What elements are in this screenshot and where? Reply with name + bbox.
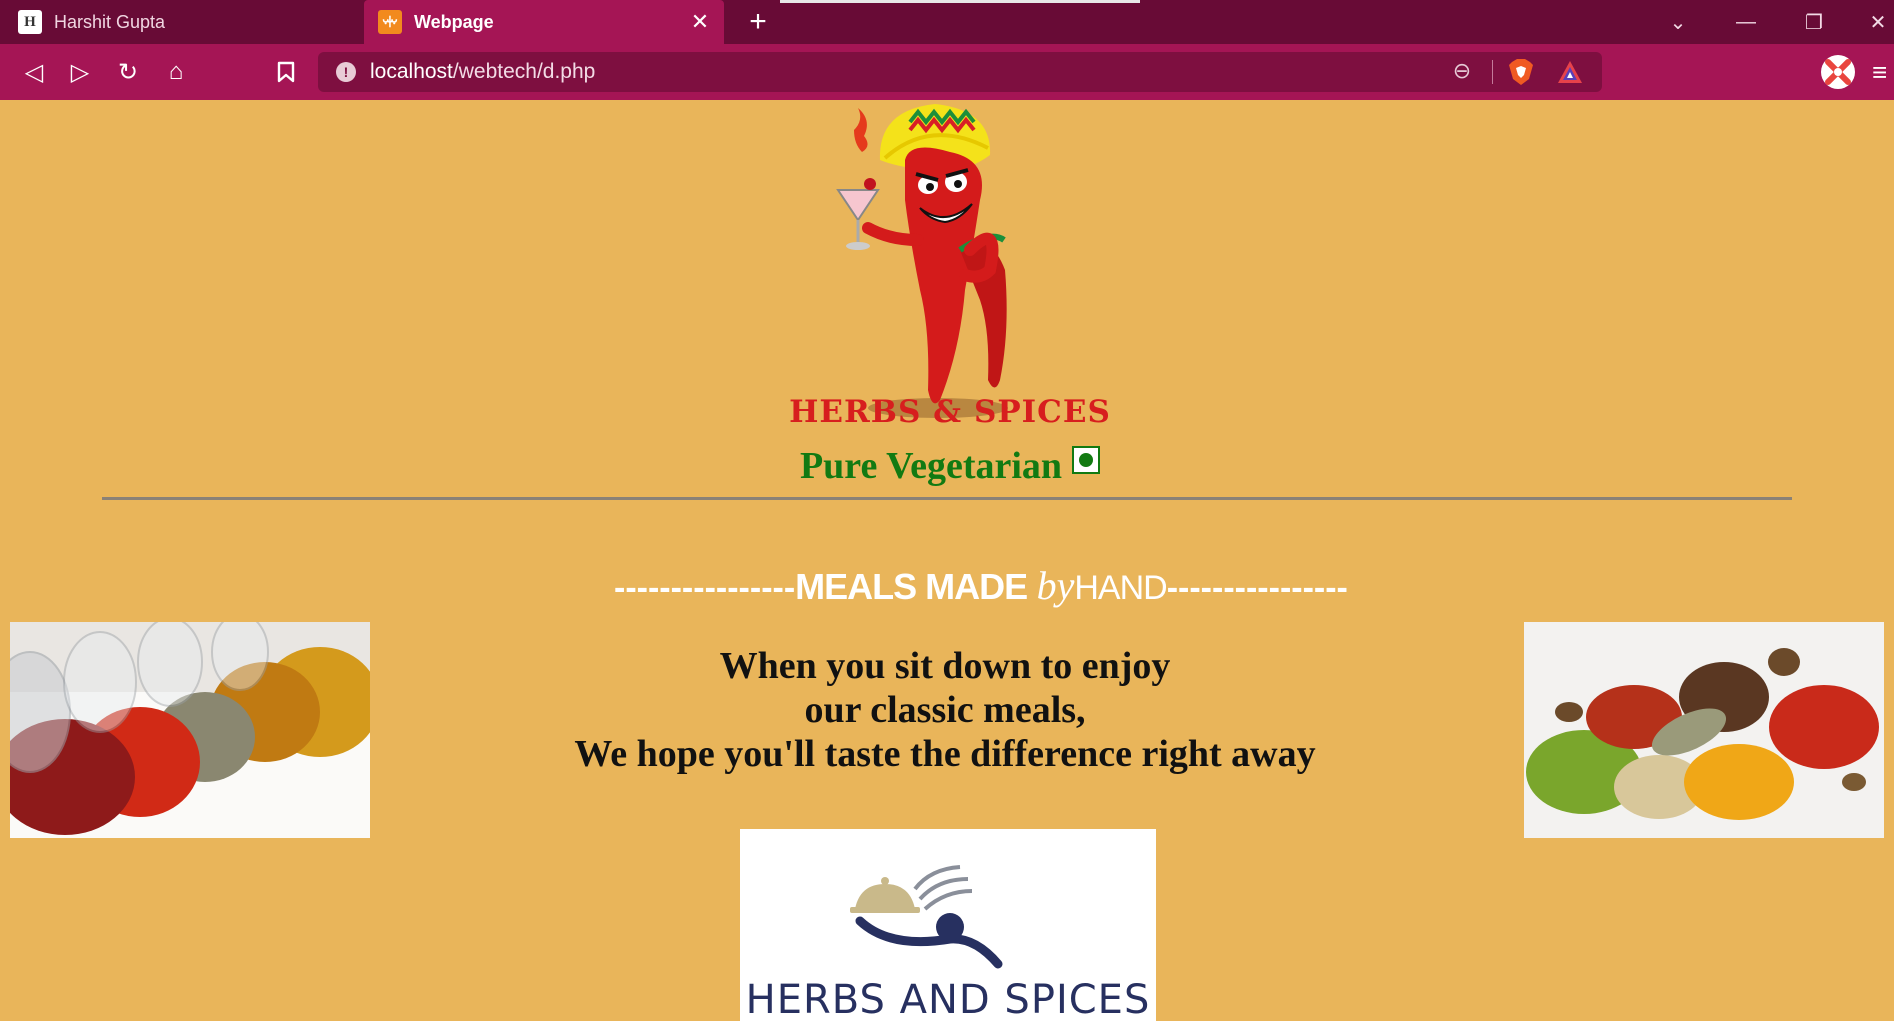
site-favicon-icon: H [18, 10, 42, 34]
url-path: /webtech/d.php [452, 60, 596, 83]
brave-shields-icon[interactable] [1508, 58, 1534, 86]
meals-by-text: by [1036, 563, 1075, 608]
veg-label-row: Pure Vegetarian [640, 444, 1260, 488]
tagline-line-3: We hope you'll taste the difference righ… [574, 733, 1316, 775]
close-window-button[interactable]: ✕ [1850, 0, 1894, 44]
brand-title: HERBS & SPICES [789, 394, 1111, 430]
site-info-icon[interactable]: ! [336, 62, 356, 82]
dashes-left: ---------------- [614, 569, 796, 607]
tab-bar: H Harshit Gupta ꗼ Webpage ✕ + ⌄ — ❐ ✕ [0, 0, 1894, 44]
minimize-button[interactable]: — [1718, 0, 1774, 44]
tab-loading-indicator [780, 0, 1140, 3]
veg-symbol-icon [1072, 446, 1101, 474]
extension-icon[interactable] [1820, 54, 1856, 90]
bookmark-icon[interactable] [268, 54, 304, 90]
menu-icon[interactable]: ≡ [1872, 54, 1894, 90]
navigation-bar: ◁ ▷ ↻ ⌂ ! localhost/webtech/d.php ⊖ ≡ [0, 44, 1894, 100]
xampp-favicon-icon: ꗼ [378, 10, 402, 34]
veg-label: Pure Vegetarian [799, 445, 1063, 487]
url-host: localhost [370, 60, 453, 83]
brave-rewards-icon[interactable] [1556, 58, 1584, 86]
herbs-and-spices-logo: HERBS AND SPICES [740, 829, 1156, 1021]
tab-search-icon[interactable]: ⌄ [1650, 0, 1706, 44]
new-tab-button[interactable]: + [740, 4, 776, 40]
address-bar[interactable]: ! localhost/webtech/d.php ⊖ [318, 52, 1602, 92]
forward-icon[interactable]: ▷ [62, 54, 98, 90]
tagline: When you sit down to enjoy our classic m… [480, 644, 1410, 776]
spice-jars-image [10, 622, 370, 838]
meals-heading: ----------------MEALS MADE byHAND-------… [614, 562, 1348, 609]
tab-label: Harshit Gupta [54, 11, 166, 32]
zoom-icon[interactable]: ⊖ [1448, 58, 1476, 86]
page-content: HERBS & SPICES Pure Vegetarian ---------… [0, 100, 1894, 1021]
home-icon[interactable]: ⌂ [158, 54, 194, 90]
logo-text: HERBS AND SPICES [745, 977, 1151, 1021]
back-icon[interactable]: ◁ [16, 54, 52, 90]
dashes-right: ---------------- [1166, 569, 1348, 607]
horizontal-rule [102, 497, 1792, 500]
tab-webpage[interactable]: ꗼ Webpage ✕ [364, 0, 724, 44]
chili-mascot-logo [836, 104, 1008, 418]
close-tab-icon[interactable]: ✕ [686, 8, 714, 36]
reload-icon[interactable]: ↻ [110, 54, 146, 90]
tagline-line-1: When you sit down to enjoy [719, 645, 1171, 687]
address-bar-divider [1492, 60, 1493, 84]
tab-label: Webpage [414, 11, 494, 32]
url-text[interactable]: localhost/webtech/d.php [370, 60, 595, 84]
tab-harshit-gupta[interactable]: H Harshit Gupta [0, 0, 362, 44]
tagline-line-2: our classic meals, [804, 689, 1086, 731]
meals-made-text: MEALS MADE [795, 566, 1028, 607]
spice-pile-image [1524, 622, 1884, 838]
restore-button[interactable]: ❐ [1786, 0, 1842, 44]
meals-hand-text: HAND [1074, 569, 1167, 607]
